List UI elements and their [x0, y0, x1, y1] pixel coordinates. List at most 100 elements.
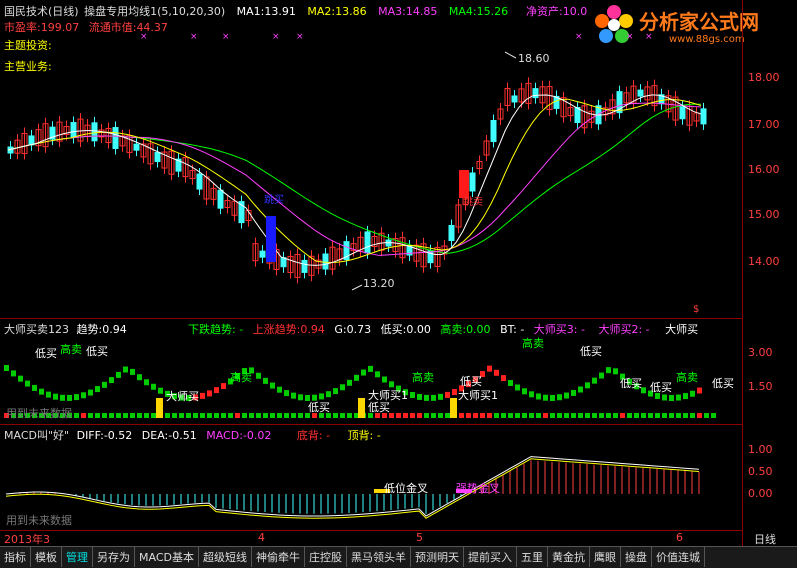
p2-strip-cell — [410, 413, 415, 418]
star-marker: × — [190, 32, 198, 42]
p2-wave-cell — [158, 387, 163, 394]
indicator-tab-bar: 指标 模板 管理 另存为 MACD基本 超级短线 神偷牵牛 庄控股 黑马领头羊 预测明天 提前买入五… — [0, 546, 797, 568]
candle-body — [301, 259, 308, 273]
tab-8[interactable]: 黑马领头羊 — [347, 547, 411, 567]
p2-strip-cell — [172, 413, 177, 418]
candle-body — [280, 257, 287, 268]
p2-wave-cell — [25, 380, 30, 387]
p2-wave-cell — [564, 392, 569, 399]
p2-wave-cell — [284, 390, 289, 397]
p2-wave-cell — [606, 367, 611, 374]
tab-15[interactable]: 价值连城 — [652, 547, 705, 567]
p2-wave-cell — [340, 384, 345, 391]
ma3-label: MA3: — [378, 5, 406, 18]
tab-9[interactable]: 预测明天 — [411, 547, 464, 567]
tab-0[interactable]: 指标 — [0, 547, 31, 567]
tab-4[interactable]: MACD基本 — [135, 547, 199, 567]
y-tick-17: 17.00 — [748, 118, 780, 131]
buy-tag: 跳买 — [264, 193, 284, 206]
p2-strip-cell — [235, 413, 240, 418]
yellow-marker-1 — [156, 398, 163, 418]
macd-tick-1: 1.00 — [748, 443, 773, 456]
p2-wave-cell — [599, 372, 604, 379]
p2-strip-cell — [207, 413, 212, 418]
yellow-marker-2 — [358, 398, 365, 418]
p2-wave-cell — [221, 383, 226, 390]
candle-body — [511, 95, 518, 103]
p2-strip-cell — [95, 413, 100, 418]
p2-strip-cell — [228, 413, 233, 418]
candle-body — [154, 152, 161, 163]
p2-wave-cell — [319, 393, 324, 400]
p2-strip-cell — [536, 413, 541, 418]
p2-wave-cell — [452, 389, 457, 396]
golden-cross-label: 低位金叉 — [384, 481, 428, 495]
tab-10[interactable]: 提前买入 — [464, 547, 517, 567]
ma3-value: 14.85 — [405, 5, 438, 18]
p2-wave-cell — [144, 379, 149, 386]
indicator-name: 操盘专用均线1(5,10,20,30) — [84, 5, 226, 18]
tag-low-buy-3: 低买 — [308, 401, 330, 414]
candle-body — [217, 189, 224, 209]
p2-wave-cell — [4, 365, 9, 371]
panel-divider-2 — [0, 424, 742, 425]
tab-3[interactable]: 另存为 — [93, 547, 135, 567]
p2-wave-cell — [550, 394, 555, 401]
x-label-jun: 6 — [676, 531, 683, 544]
p2-strip-cell — [291, 413, 296, 418]
p2-strip-cell — [130, 413, 135, 418]
p2-strip-cell — [151, 413, 156, 418]
tab-13[interactable]: 鹰眼 — [590, 547, 621, 567]
p2-strip-cell — [704, 413, 709, 418]
p2-wave-cell — [88, 389, 93, 396]
p2-wave-cell — [501, 375, 506, 382]
candle-body — [133, 143, 140, 151]
tab-11[interactable]: 五里 — [517, 547, 548, 567]
p2-tick-1.5: 1.50 — [748, 380, 773, 393]
x-label-may: 5 — [416, 531, 423, 544]
p2-wave-cell — [424, 394, 429, 401]
p2-wave-cell — [669, 394, 674, 401]
p2-strip-cell — [81, 413, 86, 418]
period-selector[interactable]: 日线 — [754, 531, 776, 547]
p2-wave-cell — [277, 386, 282, 393]
tab-7[interactable]: 庄控股 — [305, 547, 347, 567]
p2-strip-cell — [620, 413, 625, 418]
ma1-value: 13.91 — [264, 5, 296, 18]
p2-strip-cell — [109, 413, 114, 418]
tab-14[interactable]: 操盘 — [621, 547, 652, 567]
macd-tick-0.5: 0.50 — [748, 465, 773, 478]
tab-5[interactable]: 超级短线 — [199, 547, 252, 567]
p2-wave-cell — [375, 371, 380, 378]
tab-2[interactable]: 管理 — [62, 547, 93, 567]
p2-strip-cell — [494, 413, 499, 418]
p2-strip-cell — [200, 413, 205, 418]
p2-strip-cell — [571, 413, 576, 418]
p2-strip-cell — [424, 413, 429, 418]
p2-strip-cell — [550, 413, 555, 418]
tab-1[interactable]: 模板 — [31, 547, 62, 567]
p2-wave-cell — [333, 388, 338, 395]
star-marker: × — [222, 32, 230, 42]
p2-strip-cell — [396, 413, 401, 418]
p2-strip-cell — [340, 413, 345, 418]
p2-wave-cell — [53, 393, 58, 400]
p2-wave-cell — [368, 365, 373, 372]
p2-strip-cell — [123, 413, 128, 418]
p2-wave-cell — [389, 381, 394, 388]
p2-wave-cell — [697, 387, 702, 394]
p2-strip-cell — [186, 413, 191, 418]
p2-strip-cell — [683, 413, 688, 418]
sell-signal-bar — [459, 170, 469, 198]
p2-wave-cell — [683, 393, 688, 400]
candle-body — [70, 122, 77, 139]
p2-wave-cell — [529, 391, 534, 398]
tab-12[interactable]: 黄金抗 — [548, 547, 590, 567]
tab-6[interactable]: 神偷牵牛 — [252, 547, 305, 567]
p2-wave-cell — [557, 394, 562, 401]
p2-wave-cell — [438, 393, 443, 400]
p2-strip-cell — [676, 413, 681, 418]
p2-wave-cell — [361, 369, 366, 376]
p2-strip-cell — [613, 413, 618, 418]
p2-strip-cell — [599, 413, 604, 418]
